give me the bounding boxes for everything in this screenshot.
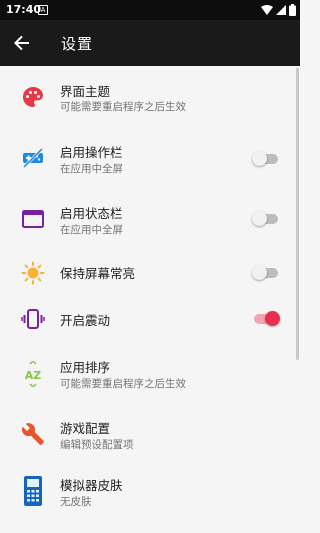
setting-title: 游戏配置	[60, 421, 111, 436]
gamepad-off-icon	[20, 145, 46, 171]
setting-title: 开启震动	[60, 313, 111, 328]
wrench-icon	[20, 421, 46, 447]
setting-item-app-sort[interactable]: AZ 应用排序 可能需要重启程序之后生效	[0, 343, 300, 405]
action-bar-toggle[interactable]	[252, 149, 280, 169]
setting-item-action-bar[interactable]: 启用操作栏 在应用中全屏	[0, 128, 300, 189]
status-time: 17:40	[6, 3, 42, 16]
screen-brightness-icon	[20, 260, 46, 286]
notification-icon: A	[38, 5, 48, 15]
setting-title: 模拟器皮肤	[60, 478, 123, 493]
toolbar: 设置	[0, 20, 300, 66]
setting-title: 启用操作栏	[60, 145, 123, 160]
setting-item-game-config[interactable]: 游戏配置 编辑预设配置项	[0, 405, 300, 466]
setting-subtitle: 编辑预设配置项	[60, 439, 134, 451]
setting-title: 启用状态栏	[60, 206, 123, 221]
setting-item-theme[interactable]: 界面主题 可能需要重启程序之后生效	[0, 66, 300, 128]
setting-item-emulator-skin[interactable]: 模拟器皮肤 无皮肤	[0, 466, 300, 533]
toggle-thumb	[265, 311, 280, 326]
setting-subtitle: 无皮肤	[60, 496, 92, 508]
calculator-icon	[20, 475, 46, 507]
status-bar-toggle[interactable]	[252, 209, 280, 229]
svg-text:AZ: AZ	[25, 369, 42, 382]
setting-subtitle: 在应用中全屏	[60, 224, 123, 236]
signal-icon	[276, 5, 286, 15]
setting-title: 保持屏幕常亮	[60, 266, 136, 281]
status-icons	[261, 4, 296, 16]
setting-item-keep-screen-on[interactable]: 保持屏幕常亮	[0, 249, 300, 295]
wifi-icon	[261, 5, 273, 15]
palette-icon	[20, 84, 46, 110]
toggle-thumb	[252, 265, 267, 280]
sort-az-icon: AZ	[20, 361, 46, 387]
scrollbar[interactable]	[296, 68, 299, 360]
setting-title: 界面主题	[60, 84, 111, 99]
status-bar: 17:40 A	[0, 0, 300, 20]
setting-subtitle: 在应用中全屏	[60, 163, 123, 175]
settings-list: 界面主题 可能需要重启程序之后生效 启用操作栏 在应用中全屏 启用状态栏 在应用…	[0, 66, 300, 533]
setting-item-vibration[interactable]: 开启震动	[0, 295, 300, 343]
window-icon	[20, 206, 46, 232]
setting-subtitle: 可能需要重启程序之后生效	[60, 101, 186, 113]
battery-icon	[289, 4, 296, 16]
setting-item-status-bar[interactable]: 启用状态栏 在应用中全屏	[0, 189, 300, 249]
page-title: 设置	[61, 35, 94, 53]
setting-title: 应用排序	[60, 360, 111, 375]
back-button[interactable]	[6, 27, 38, 59]
toggle-thumb	[252, 211, 267, 226]
toggle-thumb	[252, 151, 267, 166]
setting-subtitle: 可能需要重启程序之后生效	[60, 378, 186, 390]
keep-screen-on-toggle[interactable]	[252, 263, 280, 283]
vibration-toggle[interactable]	[252, 309, 280, 329]
arrow-back-icon	[14, 35, 29, 51]
vibration-icon	[20, 306, 46, 332]
